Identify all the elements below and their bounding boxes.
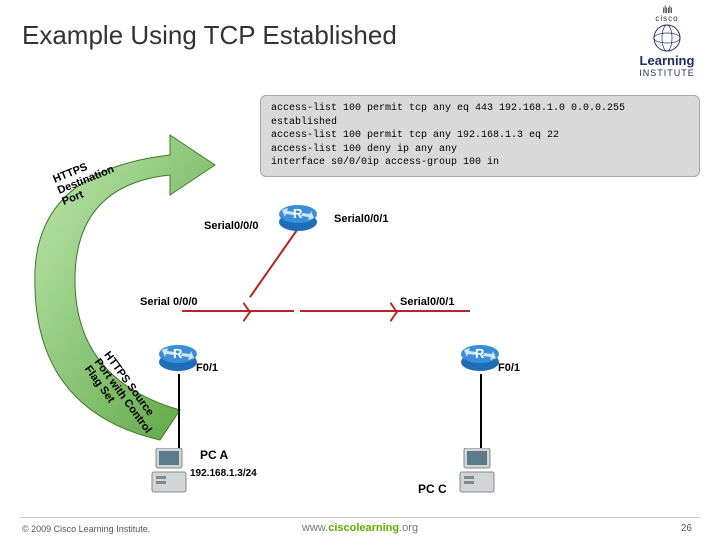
pc-a-icon	[150, 448, 190, 494]
serial-0-0-0-top-label: Serial0/0/0	[204, 220, 258, 232]
serial-link-right	[300, 310, 470, 312]
lan-link-left	[178, 374, 180, 454]
url-domain: ciscolearning	[328, 522, 399, 534]
footer-url: www.ciscolearning.org	[302, 522, 418, 534]
acl-config-text: access-list 100 permit tcp any eq 443 19…	[260, 95, 700, 177]
footer-divider	[20, 517, 700, 518]
url-suffix: .org	[399, 522, 418, 534]
pc-c-label: PC C	[418, 482, 447, 496]
f0-1-left-label: F0/1	[196, 362, 218, 374]
copyright: © 2009 Cisco Learning Institute.	[22, 524, 150, 534]
serial-link-left	[182, 310, 294, 312]
globe-icon	[632, 23, 702, 53]
serial-link-top	[249, 229, 298, 297]
logo-sub: INSTITUTE	[632, 68, 702, 78]
serial-0-0-1-top-label: Serial0/0/1	[334, 213, 388, 225]
router-top-label: R	[293, 206, 302, 221]
pc-a-label: PC A	[200, 448, 228, 462]
pc-a-ip: 192.168.1.3/24	[190, 468, 257, 479]
router-right-label: R	[475, 346, 484, 361]
router-left-label: R	[173, 346, 182, 361]
url-prefix: www.	[302, 522, 328, 534]
f0-1-right-label: F0/1	[498, 362, 520, 374]
slide: { "title": "Example Using TCP Establishe…	[0, 0, 720, 540]
logo-brand: cisco	[632, 14, 702, 23]
slide-title: Example Using TCP Established	[22, 20, 397, 51]
logo-main: Learning	[632, 53, 702, 68]
cisco-learning-logo: ılıılı cisco Learning INSTITUTE	[632, 8, 702, 78]
serial-0-0-0-mid-label: Serial 0/0/0	[140, 296, 198, 308]
serial-0-0-1-mid-label: Serial0/0/1	[400, 296, 454, 308]
lan-link-right	[480, 374, 482, 454]
pc-c-icon	[458, 448, 498, 494]
page-number: 26	[681, 523, 692, 534]
